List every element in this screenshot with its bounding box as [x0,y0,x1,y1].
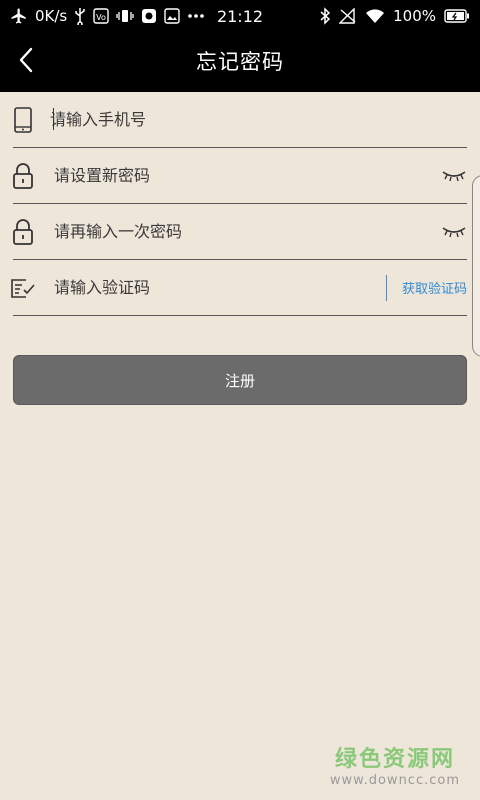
verify-code-input[interactable] [54,267,386,308]
title-bar: 忘记密码 [0,32,480,92]
eye-closed-icon[interactable] [441,168,467,184]
more-dots-icon [187,7,205,25]
usb-icon [74,7,86,25]
register-button[interactable]: 注册 [13,355,467,405]
verify-code-row: 获取验证码 [10,260,467,316]
phone-icon [10,105,36,135]
lock-icon [10,161,36,191]
signal-off-icon [339,7,357,25]
phone-input[interactable] [50,99,467,140]
watermark-main: 绿色资源网 [334,747,455,772]
svg-text:Vo: Vo [96,13,106,22]
confirm-password-input[interactable] [54,211,441,252]
reset-password-form: 获取验证码 [10,92,467,316]
verify-icon [10,273,36,303]
bluetooth-icon [319,7,331,25]
battery-percent: 100% [393,7,436,25]
wifi-icon [365,7,385,25]
verify-divider [385,274,387,301]
vibrate-icon [116,7,134,25]
confirm-password-row [13,204,467,260]
app-icon [141,7,157,25]
eye-closed-icon[interactable] [441,224,467,240]
status-left: 0K/s Vo [10,7,319,25]
airplane-icon [10,7,28,25]
edge-swipe-handle[interactable] [472,175,480,357]
new-password-input[interactable] [54,155,441,196]
network-speed: 0K/s [35,7,68,25]
image-icon [164,7,180,25]
watermark-url: www.downcc.com [329,773,460,788]
get-verify-code-button[interactable]: 获取验证码 [402,278,467,297]
status-right: 100% [319,7,470,25]
lock-icon [10,217,36,247]
watermark: 绿色资源网 www.downcc.com [330,741,460,788]
text-caret [53,108,54,130]
page-title: 忘记密码 [196,50,284,74]
status-bar: 0K/s Vo 21:12 100% [0,0,480,32]
battery-icon [444,7,470,25]
new-password-row [13,148,467,204]
phone-row [13,92,467,148]
vo-icon: Vo [93,7,109,25]
